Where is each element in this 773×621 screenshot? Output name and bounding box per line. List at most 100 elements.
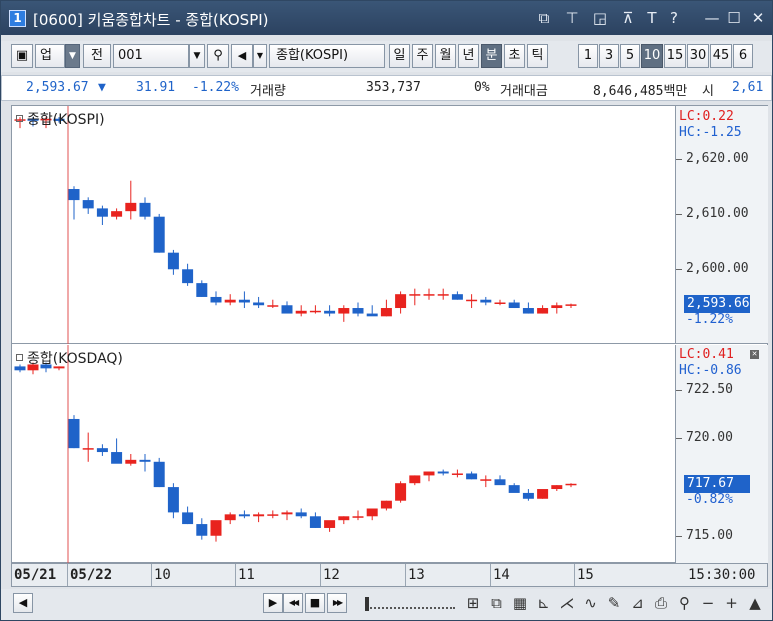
chart-window: 1 [0600] 키움종합차트 - 종합(KOSPI) ⧉ ⊤ ◲ ⊼ T? — ☐ ✕ ▣ …: [0, 0, 773, 621]
period-1-button[interactable]: 주: [412, 44, 433, 68]
play-button[interactable]: ▶: [263, 593, 283, 613]
scroll-left-button[interactable]: ◀: [13, 593, 33, 613]
candle: [238, 510, 250, 519]
candle: [423, 288, 435, 300]
speaker-icon[interactable]: ◀︎: [231, 44, 253, 68]
move-icon[interactable]: ▲: [745, 593, 765, 613]
rewind-button[interactable]: ◀◀: [283, 593, 303, 613]
kosdaq-hc: HC:-0.86: [679, 363, 742, 378]
fast-forward-button[interactable]: ▶▶: [327, 593, 347, 613]
candle-body: [380, 500, 392, 509]
candle-body: [82, 200, 94, 209]
interval-7-button[interactable]: 6: [733, 44, 753, 68]
candle-body: [153, 461, 165, 488]
search-icon[interactable]: ⚲: [207, 44, 229, 68]
code-input[interactable]: 001: [113, 44, 189, 68]
candle: [508, 299, 520, 309]
title-bar[interactable]: 1 [0600] 키움종합차트 - 종합(KOSPI) ⧉ ⊤ ◲ ⊼ T? — ☐ ✕: [1, 1, 772, 35]
all-button[interactable]: 전: [83, 44, 111, 68]
volume-ratio: 0%: [474, 80, 490, 95]
kosdaq-pane[interactable]: 종합(KOSDAQ): [12, 345, 675, 563]
candle: [68, 186, 80, 220]
period-4-button[interactable]: 분: [481, 44, 502, 68]
interval-0-button[interactable]: 1: [578, 44, 598, 68]
period-0-button[interactable]: 일: [389, 44, 410, 68]
interval-4-button[interactable]: 15: [664, 44, 686, 68]
close-icon[interactable]: ✕: [749, 8, 767, 28]
restore-copy-icon[interactable]: ◲: [591, 8, 609, 28]
interval-3-button[interactable]: 10: [641, 44, 663, 68]
fib-icon[interactable]: ⋌: [557, 593, 577, 613]
wave-icon[interactable]: ∿: [581, 593, 601, 613]
window-copy-icon[interactable]: ⧉: [487, 593, 507, 613]
market-dropdown-icon[interactable]: ▼: [65, 44, 80, 68]
zoom-out-icon[interactable]: −: [698, 593, 718, 613]
period-2-button[interactable]: 월: [435, 44, 456, 68]
candle-body: [224, 299, 236, 303]
stock-name-field[interactable]: 종합(KOSPI): [269, 44, 385, 68]
pin-top-icon[interactable]: ⊤: [563, 8, 581, 28]
font-size-icon[interactable]: T: [643, 8, 661, 28]
ruler-icon[interactable]: ⊿: [628, 593, 648, 613]
chart-area[interactable]: 종합(KOSPI) LC:0.22 HC:-1.25 2,620.00 2,610…: [11, 105, 768, 563]
candle-body: [111, 452, 123, 464]
code-dropdown-icon[interactable]: ▼: [189, 44, 205, 68]
axis-tick-label: 722.50: [686, 381, 733, 397]
candle: [494, 299, 506, 306]
candle: [480, 475, 492, 488]
candle: [551, 485, 563, 491]
candle-body: [253, 514, 265, 517]
maximize-icon[interactable]: ☐: [725, 8, 743, 28]
candle-body: [565, 483, 577, 486]
kosdaq-price-axis[interactable]: LC:0.41 HC:-0.86 ✕ 722.50 720.00 715.00 717…: [675, 345, 768, 563]
interval-2-button[interactable]: 5: [620, 44, 640, 68]
layout-icon[interactable]: ⊞: [463, 593, 483, 613]
print-icon[interactable]: ⎙: [651, 593, 671, 613]
minimize-icon[interactable]: —: [703, 8, 721, 28]
volume-value: 353,737: [366, 80, 421, 95]
pin-icon[interactable]: ⊼: [619, 8, 637, 28]
candle: [210, 291, 222, 306]
kospi-label-text: 종합(KOSPI): [27, 112, 105, 128]
pane-close-icon[interactable]: ✕: [750, 350, 759, 359]
help-icon[interactable]: ?: [665, 8, 683, 28]
speaker-dropdown-icon[interactable]: ▼: [253, 44, 267, 68]
candle-body: [309, 310, 321, 313]
candle-body: [451, 473, 463, 475]
zoom-slider[interactable]: [361, 595, 457, 611]
candle: [153, 457, 165, 488]
zoom-in-icon[interactable]: +: [722, 593, 742, 613]
candle: [111, 208, 123, 220]
kospi-price-axis[interactable]: LC:0.22 HC:-1.25 2,620.00 2,610.00 2,600.0…: [675, 106, 768, 344]
candle: [82, 197, 94, 214]
zoom-icon[interactable]: ⚲: [675, 593, 695, 613]
interval-1-button[interactable]: 3: [599, 44, 619, 68]
time-separator: [405, 564, 406, 586]
trendline-icon[interactable]: ⊾: [534, 593, 554, 613]
candle-body: [508, 302, 520, 309]
candle-body: [111, 211, 123, 217]
candle: [508, 483, 520, 493]
current-change-percent: -1.22%: [686, 312, 733, 328]
interval-6-button[interactable]: 45: [710, 44, 732, 68]
interval-5-button[interactable]: 30: [687, 44, 709, 68]
candle: [366, 305, 378, 317]
time-label: 05/22: [70, 567, 113, 583]
candle-body: [210, 296, 222, 303]
draw-icon[interactable]: ✎: [604, 593, 624, 613]
period-5-button[interactable]: 초: [504, 44, 525, 68]
layout-toggle-icon[interactable]: ▣: [11, 44, 33, 68]
candle-body: [409, 294, 421, 296]
candle: [125, 180, 137, 220]
candle-body: [281, 512, 293, 515]
kospi-pane[interactable]: 종합(KOSPI): [12, 106, 675, 344]
period-3-button[interactable]: 년: [458, 44, 479, 68]
stop-button[interactable]: ■: [305, 593, 325, 613]
current-price-box: 717.67: [684, 474, 750, 493]
grid-icon[interactable]: ▦: [510, 593, 530, 613]
market-select[interactable]: 업: [35, 44, 65, 68]
candle: [395, 291, 407, 314]
time-separator: [151, 564, 152, 586]
link-window-icon[interactable]: ⧉: [535, 8, 553, 28]
period-6-button[interactable]: 틱: [527, 44, 548, 68]
